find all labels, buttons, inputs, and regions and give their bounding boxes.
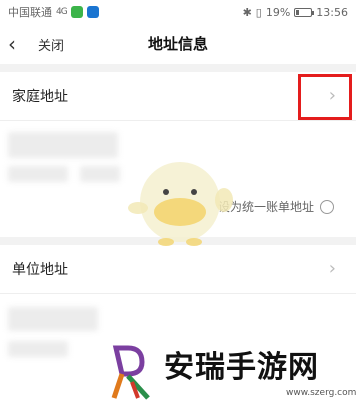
bluetooth-icon: ✱ [242,5,252,19]
watermark-url: www.szerg.com [286,388,356,398]
blurred-address-line [8,166,68,182]
blurred-address-line [8,132,118,158]
divider [0,293,356,294]
chevron-right-icon[interactable]: › [329,259,336,279]
highlight-box [298,74,352,120]
unified-bill-option[interactable]: 设为统一账单地址 [218,198,335,215]
site-logo [111,345,150,400]
blurred-address-line [8,307,98,331]
radio-icon[interactable] [320,199,335,214]
page-title: 地址信息 [147,35,208,53]
watermark-title: 安瑞手游网 [164,350,319,385]
shield-icon [86,6,99,18]
work-address-label: 单位地址 [12,262,68,278]
home-address-label: 家庭地址 [12,89,68,105]
battery-icon [294,7,315,17]
nav-bar: ‹ 关闭 地址信息 [0,24,356,64]
battery-percent: 19% [265,5,291,19]
status-bar: 中国联通 4G ✱ ▯ 19% 13:56 [0,0,356,24]
clock: 13:56 [316,5,348,19]
carrier-label: 中国联通 [8,6,52,19]
divider [0,120,356,121]
blurred-address-line [80,166,120,182]
signal-label: 4G [56,7,68,17]
site-watermark: 安瑞手游网 www.szerg.com [102,338,356,406]
work-address-row[interactable]: 单位地址 › [0,245,356,293]
status-right: ✱ ▯ 19% 13:56 [243,6,348,19]
blurred-address-line [8,341,68,357]
status-left: 中国联通 4G [8,4,99,20]
mascot-image [128,162,233,246]
battery-fill [296,9,300,15]
wechat-icon [70,6,83,18]
vibrate-icon: ▯ [255,5,262,19]
